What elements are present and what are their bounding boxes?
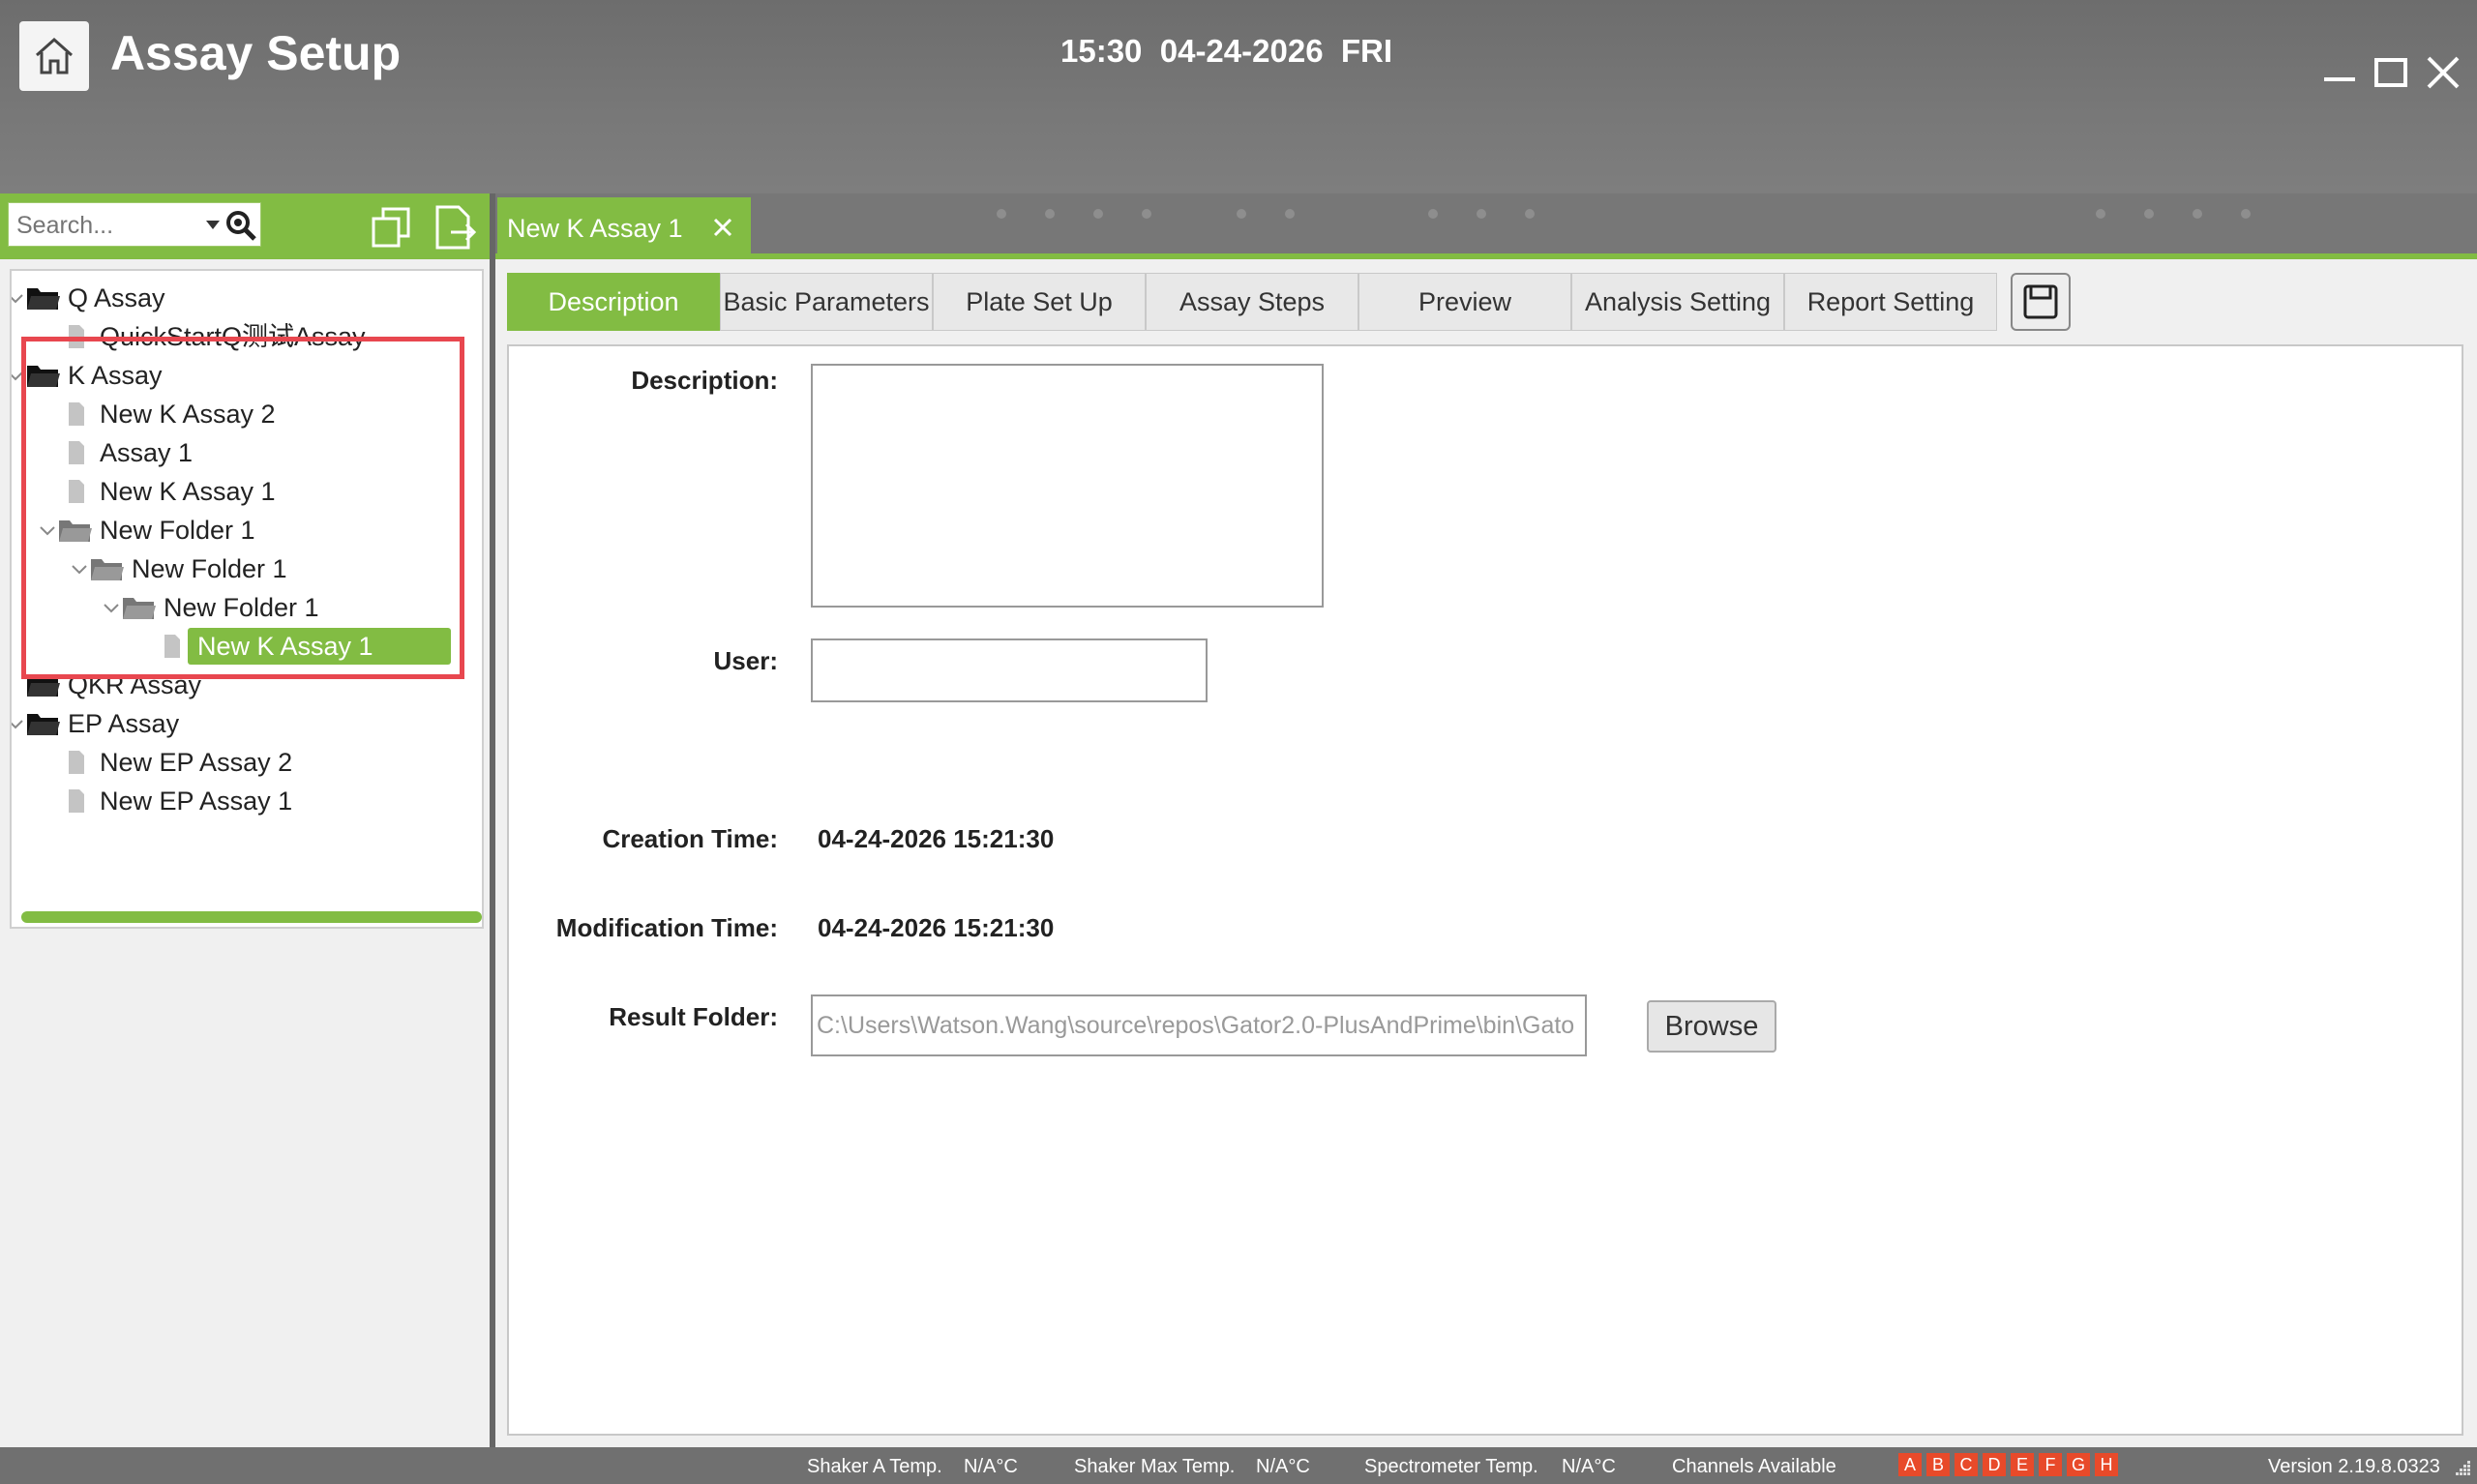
- tab-analysis-setting[interactable]: Analysis Setting: [1571, 273, 1784, 331]
- tree-folder[interactable]: Q Assay: [12, 279, 173, 317]
- spectrometer-temp-label: Spectrometer Temp.: [1364, 1456, 1538, 1477]
- decorative-dot: [1428, 209, 1438, 219]
- highlight-annotation: [21, 337, 464, 679]
- user-input[interactable]: [811, 638, 1208, 702]
- spectrometer-temp-value: N/A°C: [1562, 1456, 1616, 1477]
- document-tab-label: New K Assay 1: [507, 213, 683, 243]
- chevron-down-icon[interactable]: [206, 221, 220, 229]
- tab-preview[interactable]: Preview: [1358, 273, 1571, 331]
- decorative-dot: [2241, 209, 2251, 219]
- export-icon[interactable]: [430, 203, 478, 252]
- resize-grip-icon[interactable]: [2452, 1457, 2473, 1478]
- chevron-down-icon[interactable]: [12, 288, 25, 308]
- channel-badge: F: [2039, 1453, 2062, 1476]
- channel-badge: E: [2011, 1453, 2034, 1476]
- channels-available-label: Channels Available: [1672, 1456, 1836, 1477]
- decorative-dot: [1525, 209, 1535, 219]
- clock: 15:30 04-24-2026 FRI: [1060, 33, 1393, 69]
- document-tab-strip: [495, 193, 2477, 259]
- tab-assay-steps[interactable]: Assay Steps: [1146, 273, 1358, 331]
- result-folder-input[interactable]: [811, 994, 1587, 1056]
- tree-file[interactable]: New EP Assay 2: [38, 743, 300, 782]
- decorative-dot: [2144, 209, 2154, 219]
- result-folder-label: Result Folder:: [609, 1002, 778, 1031]
- tree-folder[interactable]: EP Assay: [12, 704, 187, 743]
- version-label: Version 2.19.8.0323: [2268, 1456, 2440, 1477]
- tab-report-setting[interactable]: Report Setting: [1784, 273, 1997, 331]
- channel-badge: A: [1898, 1453, 1922, 1476]
- decorative-dot: [1093, 209, 1103, 219]
- modification-time-label: Modification Time:: [555, 913, 778, 942]
- file-icon: [69, 751, 84, 774]
- channel-badge: D: [1983, 1453, 2006, 1476]
- browse-button[interactable]: Browse: [1647, 1000, 1776, 1053]
- tree-item-label: New EP Assay 1: [100, 787, 293, 816]
- channel-badge: C: [1955, 1453, 1978, 1476]
- decorative-dot: [2096, 209, 2105, 219]
- decorative-dot: [2193, 209, 2202, 219]
- search-icon[interactable]: [224, 209, 257, 242]
- description-input[interactable]: [811, 364, 1324, 608]
- status-bar: Shaker A Temp. N/A°C Shaker Max Temp. N/…: [0, 1447, 2477, 1484]
- shaker-max-temp-value: N/A°C: [1256, 1456, 1310, 1477]
- tree-file[interactable]: New EP Assay 1: [38, 782, 300, 820]
- home-button[interactable]: [19, 21, 89, 91]
- save-button[interactable]: [2011, 273, 2071, 331]
- shaker-max-temp-label: Shaker Max Temp.: [1074, 1456, 1236, 1477]
- close-icon[interactable]: [708, 213, 737, 242]
- minimize-icon[interactable]: [2318, 50, 2363, 95]
- app-title: Assay Setup: [110, 26, 402, 80]
- decorative-dot: [1045, 209, 1055, 219]
- close-window-icon[interactable]: [2421, 50, 2465, 95]
- channel-badge: G: [2067, 1453, 2090, 1476]
- tree-item-label: Q Assay: [68, 283, 165, 312]
- channel-badge: B: [1926, 1453, 1950, 1476]
- chevron-down-icon[interactable]: [12, 714, 25, 733]
- tab-description[interactable]: Description: [507, 273, 720, 331]
- tab-plate-set-up[interactable]: Plate Set Up: [933, 273, 1146, 331]
- decorative-dot: [1285, 209, 1295, 219]
- description-form: [507, 344, 2463, 1436]
- tree-item-label: EP Assay: [68, 709, 180, 738]
- search-box[interactable]: [8, 202, 261, 247]
- modification-time-value: 04-24-2026 15:21:30: [818, 913, 1055, 942]
- creation-time-label: Creation Time:: [602, 824, 778, 853]
- decorative-dot: [1142, 209, 1151, 219]
- tab-basic-parameters[interactable]: Basic Parameters: [720, 273, 933, 331]
- maximize-icon[interactable]: [2369, 50, 2413, 95]
- home-icon: [36, 37, 73, 74]
- folder-icon: [27, 288, 60, 310]
- channel-badge: H: [2095, 1453, 2118, 1476]
- save-icon: [2023, 284, 2058, 319]
- folder-icon: [27, 714, 60, 735]
- tree-item-label: New EP Assay 2: [100, 748, 293, 777]
- decorative-dot: [1477, 209, 1486, 219]
- description-label: Description:: [631, 366, 778, 395]
- shaker-a-temp-label: Shaker A Temp.: [807, 1456, 942, 1477]
- creation-time-value: 04-24-2026 15:21:30: [818, 824, 1055, 853]
- shaker-a-temp-value: N/A°C: [964, 1456, 1018, 1477]
- decorative-dot: [997, 209, 1006, 219]
- file-icon: [69, 789, 84, 813]
- document-tab[interactable]: New K Assay 1: [497, 197, 751, 259]
- decorative-dot: [1237, 209, 1246, 219]
- copy-icon[interactable]: [368, 205, 414, 252]
- search-input[interactable]: [15, 211, 202, 241]
- user-label: User:: [713, 646, 778, 675]
